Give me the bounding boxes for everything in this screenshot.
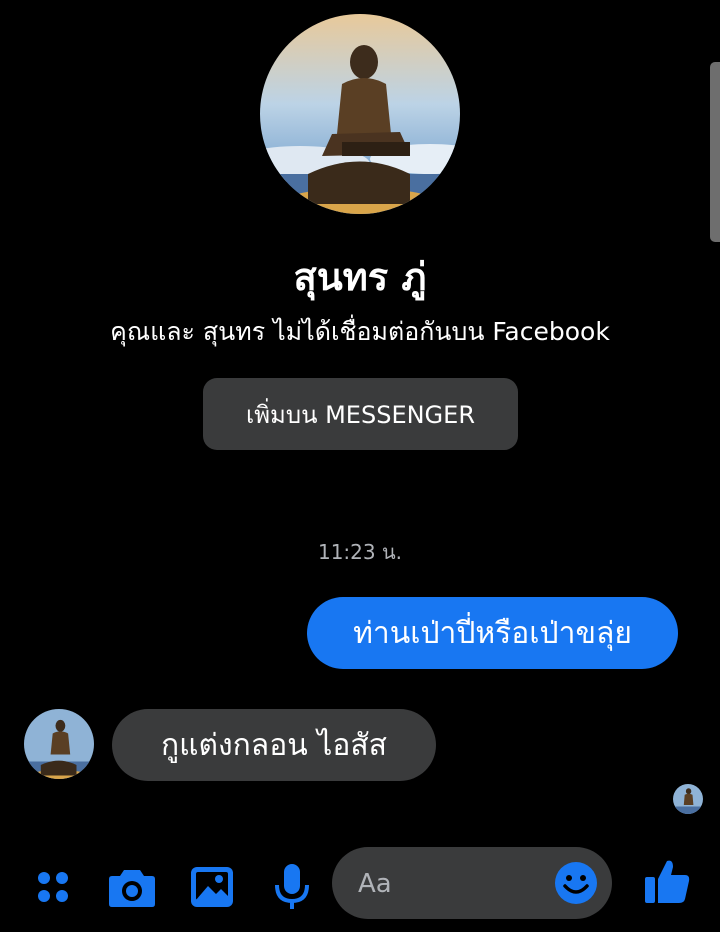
gallery-icon[interactable] bbox=[187, 862, 237, 912]
seen-indicator-avatar bbox=[673, 784, 703, 814]
message-composer[interactable] bbox=[332, 847, 612, 921]
camera-icon[interactable] bbox=[107, 862, 157, 912]
emoji-icon[interactable] bbox=[554, 861, 598, 905]
message-input[interactable] bbox=[356, 847, 550, 921]
scrollbar[interactable] bbox=[710, 62, 720, 242]
contact-avatar[interactable] bbox=[24, 709, 94, 779]
connection-note: คุณและ สุนทร ไม่ได้เชื่อมต่อกันบน Facebo… bbox=[110, 317, 610, 346]
profile-avatar[interactable] bbox=[260, 14, 460, 214]
sent-message-bubble[interactable]: ท่านเป่าปี่หรือเป่าขลุ่ย bbox=[307, 597, 678, 669]
contact-name: สุนทร ภู่ bbox=[293, 255, 427, 299]
apps-icon[interactable] bbox=[28, 862, 78, 912]
like-icon[interactable] bbox=[642, 856, 692, 906]
add-on-messenger-button[interactable]: เพิ่มบน MESSENGER bbox=[203, 378, 518, 450]
microphone-icon[interactable] bbox=[267, 862, 317, 912]
received-message-bubble[interactable]: กูแต่งกลอน ไอสัส bbox=[112, 709, 436, 781]
message-timestamp: 11:23 น. bbox=[317, 540, 403, 564]
composer-toolbar bbox=[0, 838, 720, 932]
